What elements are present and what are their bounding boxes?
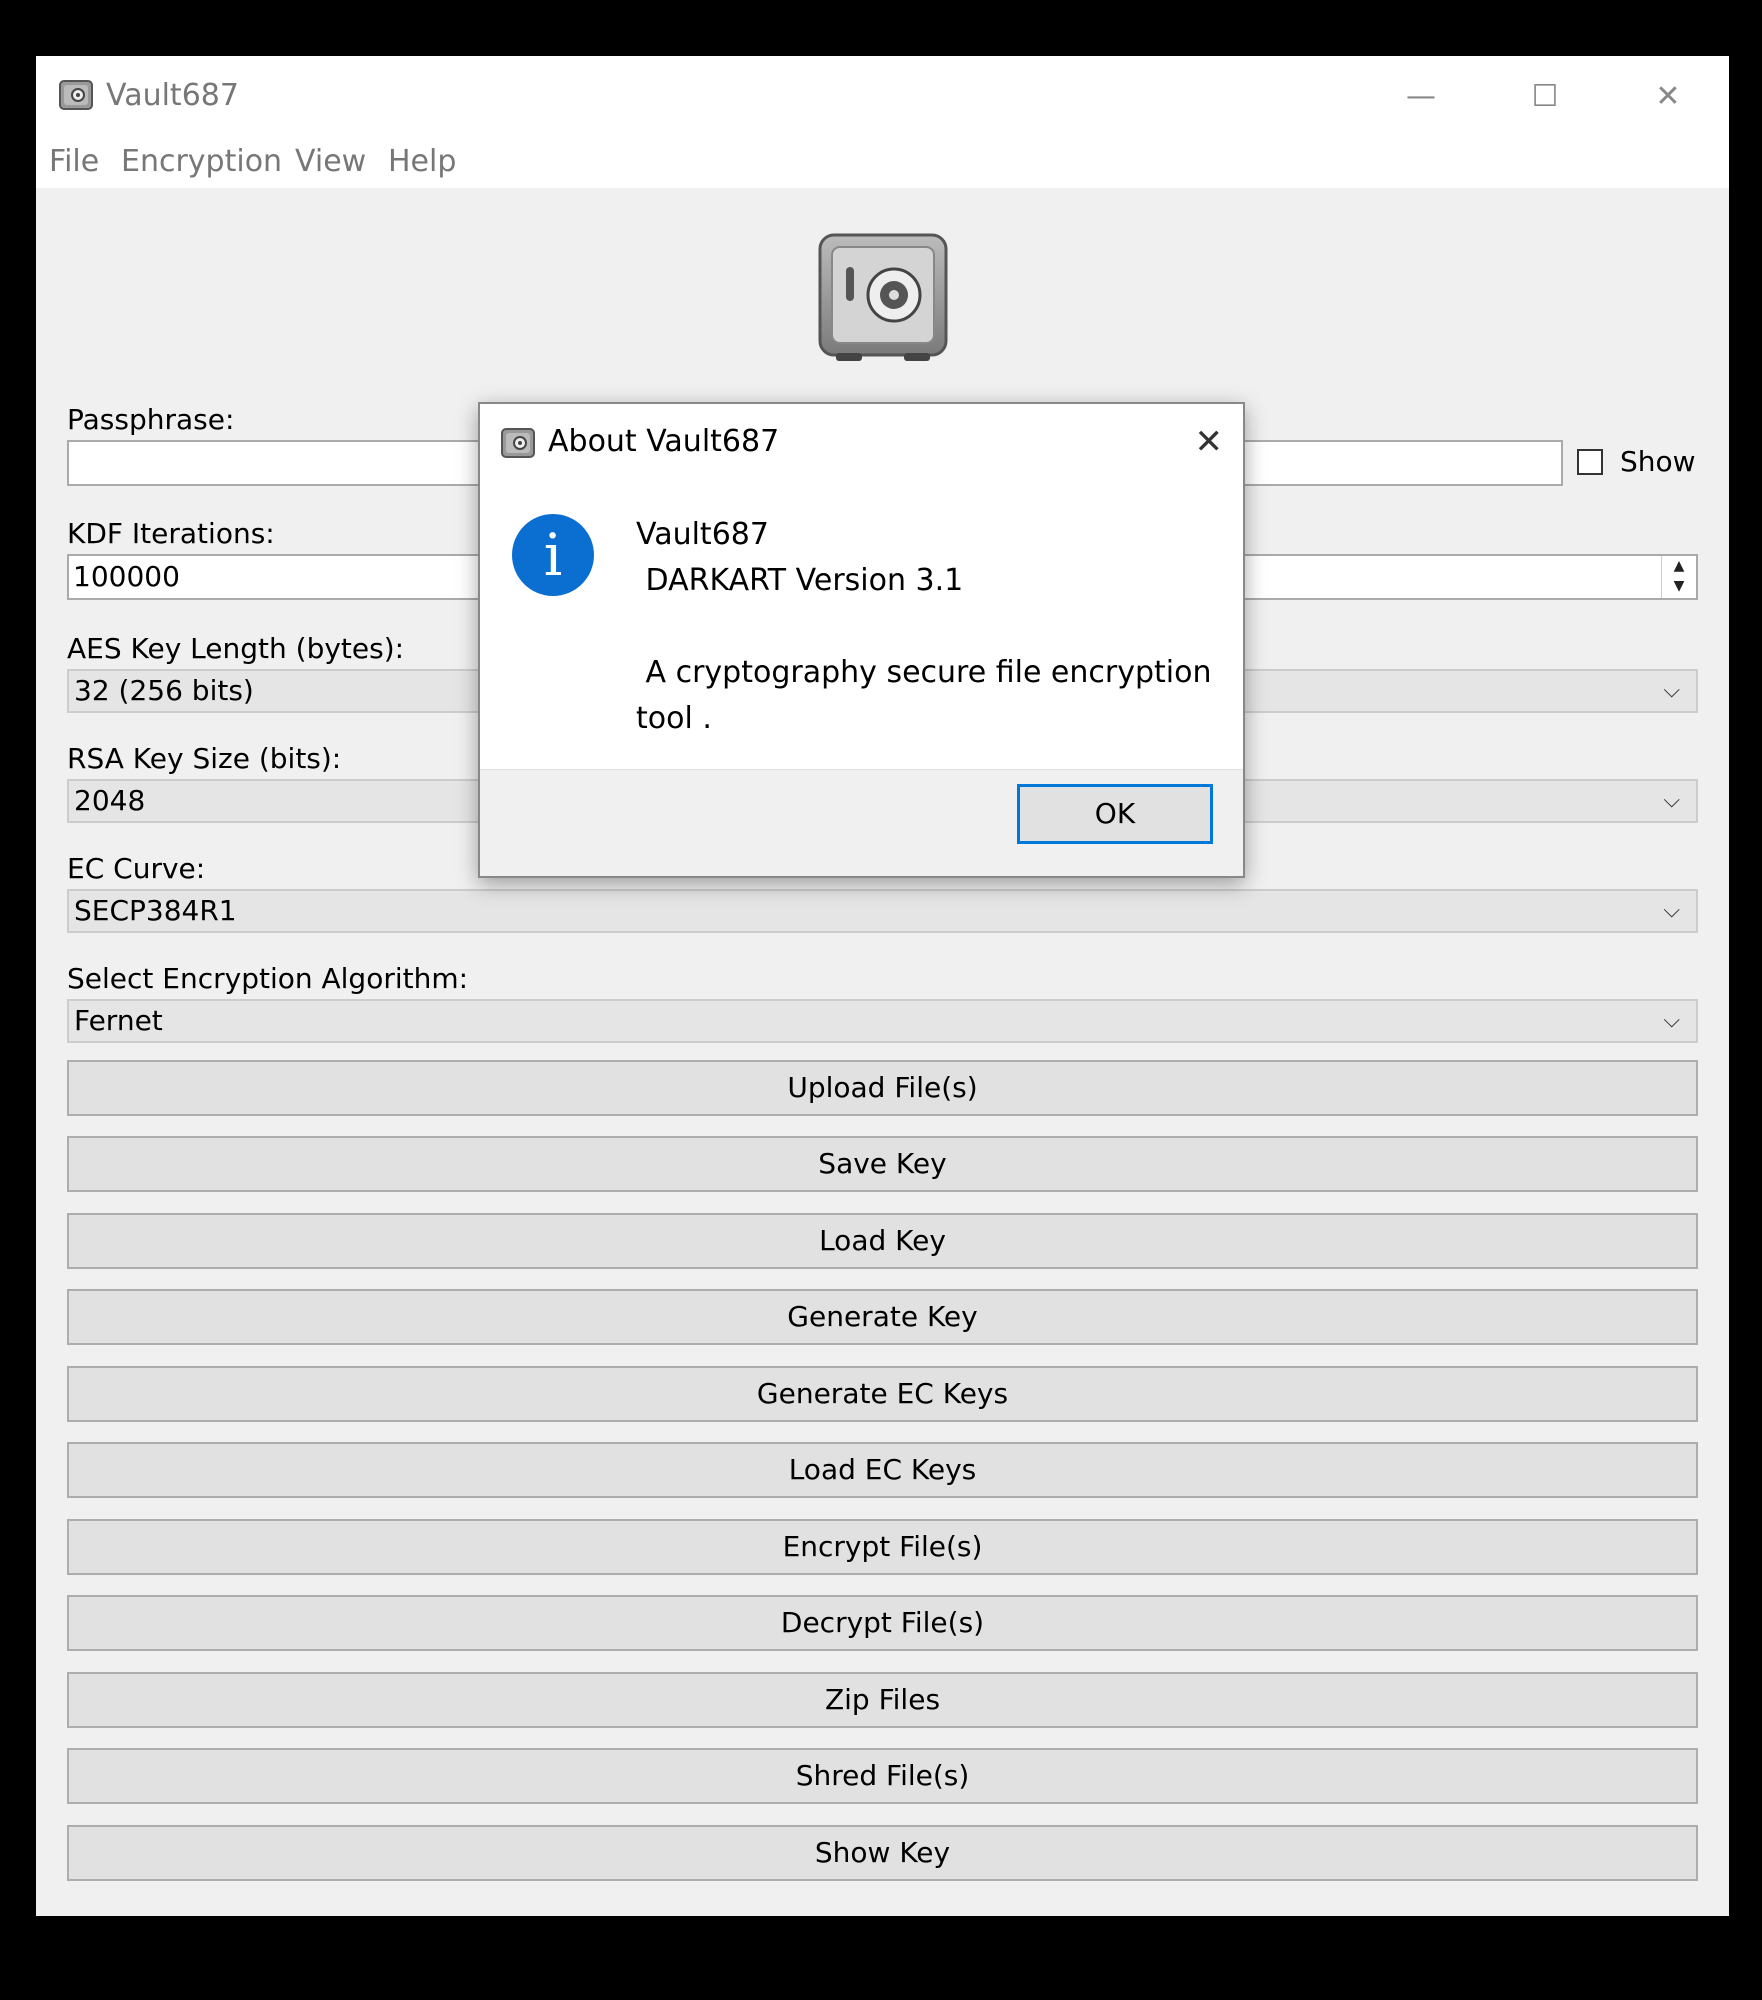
dialog-description: A cryptography secure file encryption bbox=[636, 655, 1212, 690]
show-key-button[interactable]: Show Key bbox=[67, 1825, 1698, 1881]
show-label[interactable]: Show bbox=[1620, 444, 1696, 480]
algo-label: Select Encryption Algorithm: bbox=[67, 962, 469, 995]
rsa-value: 2048 bbox=[74, 784, 146, 817]
menu-file[interactable]: File bbox=[49, 136, 99, 188]
spin-down-icon[interactable]: ▼ bbox=[1662, 576, 1696, 596]
ok-button[interactable]: OK bbox=[1017, 784, 1213, 844]
menu-help[interactable]: Help bbox=[388, 136, 456, 188]
zip-files-button[interactable]: Zip Files bbox=[67, 1672, 1698, 1728]
generate-ec-keys-button[interactable]: Generate EC Keys bbox=[67, 1366, 1698, 1422]
load-key-button[interactable]: Load Key bbox=[67, 1213, 1698, 1269]
menu-bar: File Encryption View Help bbox=[36, 136, 1729, 188]
kdf-value: 100000 bbox=[73, 560, 180, 593]
upload-files-button[interactable]: Upload File(s) bbox=[67, 1060, 1698, 1116]
chevron-down-icon: ⌵ bbox=[1663, 898, 1680, 923]
generate-key-button[interactable]: Generate Key bbox=[67, 1289, 1698, 1345]
load-ec-keys-button[interactable]: Load EC Keys bbox=[67, 1442, 1698, 1498]
window-title: Vault687 bbox=[106, 78, 239, 113]
close-button[interactable]: ✕ bbox=[1606, 66, 1729, 126]
dialog-description-cont: tool . bbox=[636, 701, 712, 736]
menu-view[interactable]: View bbox=[295, 136, 366, 188]
decrypt-files-button[interactable]: Decrypt File(s) bbox=[67, 1595, 1698, 1651]
spin-up-icon[interactable]: ▲ bbox=[1662, 556, 1696, 576]
algo-select[interactable]: Fernet ⌵ bbox=[67, 999, 1698, 1043]
menu-encryption[interactable]: Encryption bbox=[121, 136, 282, 188]
chevron-down-icon: ⌵ bbox=[1663, 788, 1680, 813]
title-bar[interactable]: Vault687 — ☐ ✕ bbox=[36, 56, 1729, 136]
encrypt-files-button[interactable]: Encrypt File(s) bbox=[67, 1519, 1698, 1575]
dialog-footer: OK bbox=[480, 769, 1243, 876]
safe-logo-icon bbox=[818, 233, 948, 361]
maximize-button[interactable]: ☐ bbox=[1483, 66, 1607, 126]
passphrase-label: Passphrase: bbox=[67, 403, 235, 436]
rsa-label: RSA Key Size (bits): bbox=[67, 742, 342, 775]
save-key-button[interactable]: Save Key bbox=[67, 1136, 1698, 1192]
kdf-label: KDF Iterations: bbox=[67, 517, 275, 550]
ec-curve-select[interactable]: SECP384R1 ⌵ bbox=[67, 889, 1698, 933]
dialog-app-name: Vault687 bbox=[636, 517, 769, 552]
main-window: Vault687 — ☐ ✕ File Encryption View Help… bbox=[36, 56, 1729, 1916]
shred-files-button[interactable]: Shred File(s) bbox=[67, 1748, 1698, 1804]
aes-value: 32 (256 bits) bbox=[74, 674, 254, 707]
chevron-down-icon: ⌵ bbox=[1663, 1008, 1680, 1033]
dialog-version: DARKART Version 3.1 bbox=[636, 563, 964, 598]
ec-label: EC Curve: bbox=[67, 852, 206, 885]
safe-app-icon bbox=[501, 428, 535, 458]
chevron-down-icon: ⌵ bbox=[1663, 678, 1680, 703]
algo-value: Fernet bbox=[74, 1004, 163, 1037]
aes-label: AES Key Length (bytes): bbox=[67, 632, 405, 665]
kdf-spin-buttons[interactable]: ▲ ▼ bbox=[1661, 556, 1696, 598]
show-checkbox[interactable] bbox=[1577, 449, 1603, 475]
minimize-button[interactable]: — bbox=[1359, 66, 1483, 126]
about-dialog: About Vault687 ✕ i Vault687 DARKART Vers… bbox=[478, 402, 1245, 878]
dialog-title: About Vault687 bbox=[548, 424, 780, 459]
safe-app-icon bbox=[59, 80, 93, 110]
info-icon: i bbox=[512, 514, 594, 596]
ec-value: SECP384R1 bbox=[74, 894, 237, 927]
dialog-close-icon[interactable]: ✕ bbox=[1195, 422, 1224, 462]
